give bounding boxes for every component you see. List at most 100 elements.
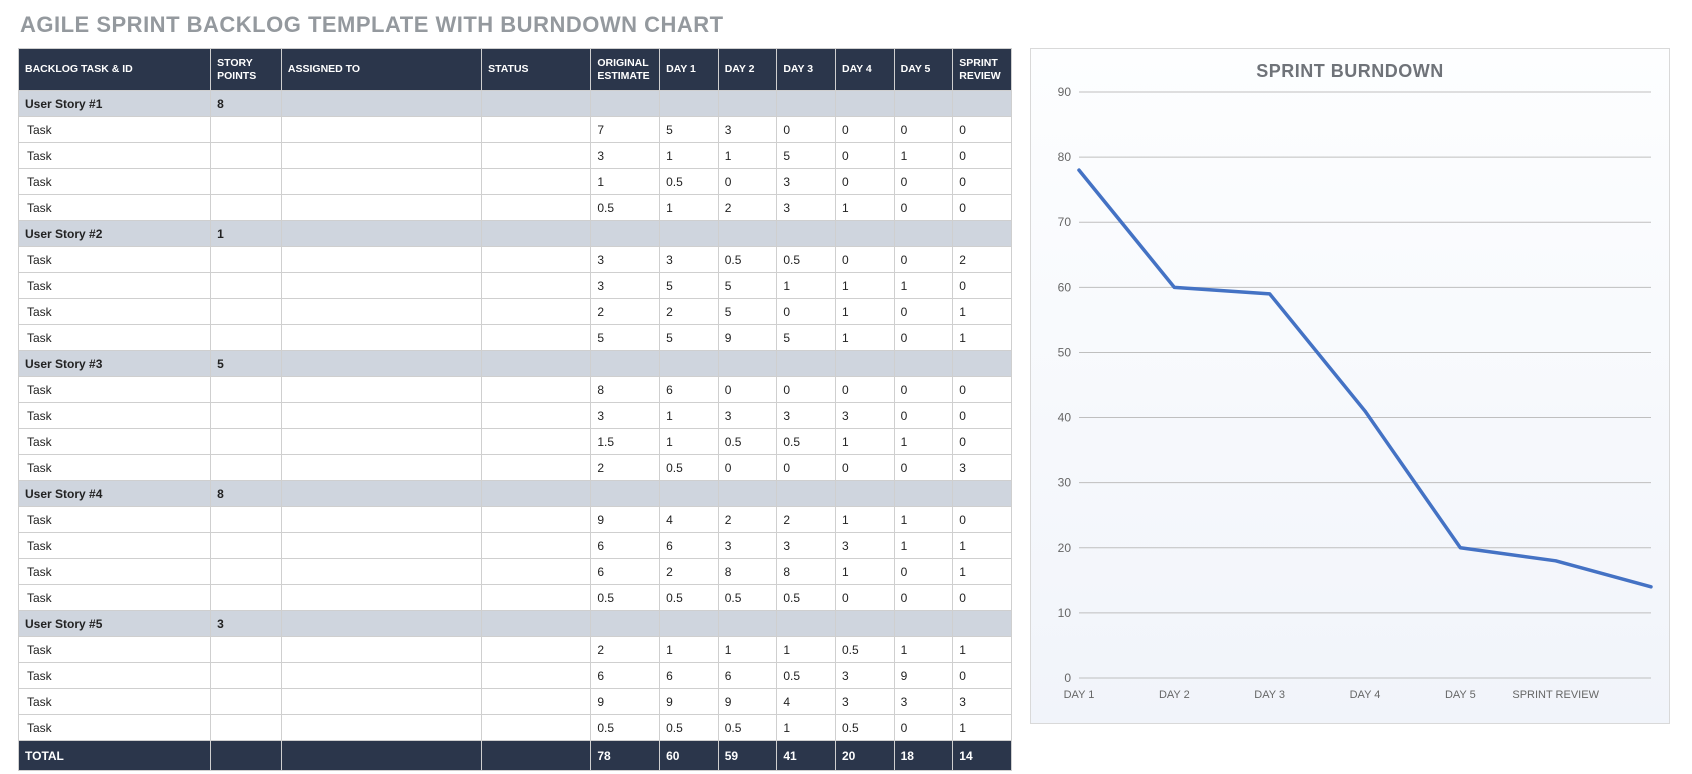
task-assigned: [281, 429, 481, 455]
task-day: 0: [953, 429, 1012, 455]
task-day: 0: [894, 169, 953, 195]
story-blank: [591, 481, 660, 507]
task-est: 7: [591, 117, 660, 143]
svg-text:70: 70: [1058, 215, 1072, 229]
task-name: Task: [19, 663, 211, 689]
story-blank: [718, 91, 777, 117]
task-day: 3: [718, 117, 777, 143]
task-day: 0.5: [777, 429, 836, 455]
task-points: [211, 325, 282, 351]
task-assigned: [281, 247, 481, 273]
story-row: User Story #53: [19, 611, 1012, 637]
col-orig-est: ORIGINAL ESTIMATE: [591, 49, 660, 91]
chart-title: SPRINT BURNDOWN: [1031, 49, 1669, 82]
story-blank: [835, 481, 894, 507]
task-assigned: [281, 507, 481, 533]
task-name: Task: [19, 247, 211, 273]
task-status: [482, 325, 591, 351]
task-day: 0: [777, 299, 836, 325]
task-day: 1: [718, 637, 777, 663]
task-day: 0: [835, 169, 894, 195]
story-blank: [660, 481, 719, 507]
task-name: Task: [19, 429, 211, 455]
story-name: User Story #4: [19, 481, 211, 507]
task-name: Task: [19, 195, 211, 221]
burndown-svg: 0102030405060708090DAY 1DAY 2DAY 3DAY 4D…: [1031, 82, 1671, 722]
task-day: 0: [777, 117, 836, 143]
story-blank: [591, 611, 660, 637]
task-points: [211, 247, 282, 273]
task-row: Task0.50.50.50.5000: [19, 585, 1012, 611]
task-assigned: [281, 143, 481, 169]
col-backlog: BACKLOG TASK & ID: [19, 49, 211, 91]
task-day: 9: [660, 689, 719, 715]
col-day2: DAY 2: [718, 49, 777, 91]
total-day: 59: [718, 741, 777, 771]
task-assigned: [281, 299, 481, 325]
task-day: 1: [894, 507, 953, 533]
task-points: [211, 377, 282, 403]
task-row: Task21110.511: [19, 637, 1012, 663]
story-blank: [953, 611, 1012, 637]
task-day: 0: [953, 195, 1012, 221]
task-day: 0: [835, 455, 894, 481]
task-row: Task6288101: [19, 559, 1012, 585]
task-day: 1: [660, 195, 719, 221]
task-points: [211, 117, 282, 143]
task-status: [482, 715, 591, 741]
task-day: 1: [953, 299, 1012, 325]
task-day: 3: [894, 689, 953, 715]
task-day: 0.5: [718, 429, 777, 455]
task-row: Task5595101: [19, 325, 1012, 351]
table-header-row: BACKLOG TASK & ID STORY POINTS ASSIGNED …: [19, 49, 1012, 91]
story-blank: [281, 221, 481, 247]
layout: BACKLOG TASK & ID STORY POINTS ASSIGNED …: [18, 48, 1674, 771]
task-assigned: [281, 195, 481, 221]
task-day: 0: [953, 403, 1012, 429]
task-day: 0: [894, 325, 953, 351]
task-day: 3: [718, 533, 777, 559]
task-est: 2: [591, 299, 660, 325]
task-day: 1: [894, 533, 953, 559]
task-est: 8: [591, 377, 660, 403]
task-name: Task: [19, 143, 211, 169]
task-day: 0: [894, 195, 953, 221]
task-day: 3: [835, 663, 894, 689]
story-blank: [953, 221, 1012, 247]
task-assigned: [281, 637, 481, 663]
task-day: 6: [660, 663, 719, 689]
total-day: 18: [894, 741, 953, 771]
story-blank: [835, 351, 894, 377]
story-blank: [835, 221, 894, 247]
task-row: Task3133300: [19, 403, 1012, 429]
story-blank: [777, 221, 836, 247]
story-blank: [281, 481, 481, 507]
task-points: [211, 299, 282, 325]
total-label: TOTAL: [19, 741, 211, 771]
total-blank: [482, 741, 591, 771]
svg-text:DAY 3: DAY 3: [1254, 689, 1285, 701]
task-assigned: [281, 325, 481, 351]
story-blank: [591, 351, 660, 377]
task-points: [211, 689, 282, 715]
svg-text:DAY 1: DAY 1: [1064, 689, 1095, 701]
task-day: 3: [953, 455, 1012, 481]
task-day: 4: [777, 689, 836, 715]
task-day: 1: [660, 143, 719, 169]
story-name: User Story #5: [19, 611, 211, 637]
task-status: [482, 533, 591, 559]
task-day: 0: [894, 455, 953, 481]
backlog-table-wrap: BACKLOG TASK & ID STORY POINTS ASSIGNED …: [18, 48, 1012, 771]
task-est: 0.5: [591, 715, 660, 741]
task-day: 1: [835, 559, 894, 585]
task-est: 1.5: [591, 429, 660, 455]
task-day: 1: [894, 273, 953, 299]
svg-text:SPRINT REVIEW: SPRINT REVIEW: [1512, 689, 1599, 701]
task-day: 6: [660, 533, 719, 559]
story-row: User Story #21: [19, 221, 1012, 247]
task-day: 5: [660, 273, 719, 299]
task-day: 5: [660, 325, 719, 351]
task-status: [482, 455, 591, 481]
task-assigned: [281, 377, 481, 403]
task-day: 0: [835, 377, 894, 403]
